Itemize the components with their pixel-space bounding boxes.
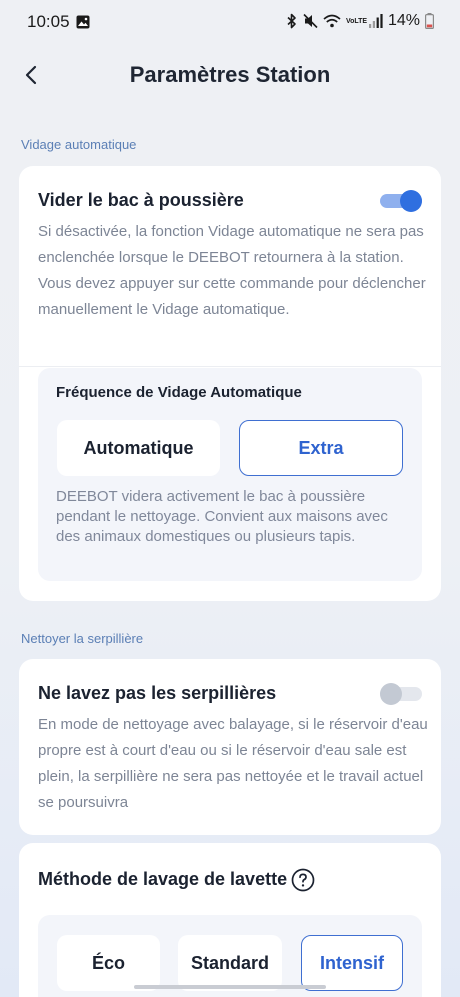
wash-method-card: Méthode de lavage de lavette Éco Standar…	[19, 843, 441, 997]
status-icons: VoLTE 14%	[286, 12, 434, 30]
gallery-icon	[76, 15, 90, 29]
battery-percent: 14%	[387, 12, 420, 29]
wifi-icon	[323, 14, 341, 28]
section-label-mop-clean: Nettoyer la serpillière	[21, 631, 144, 646]
mop-clean-card: Ne lavez pas les serpillières En mode de…	[19, 659, 441, 835]
mute-icon	[303, 13, 318, 29]
frequency-option-extra[interactable]: Extra	[239, 420, 403, 476]
frequency-title: Fréquence de Vidage Automatique	[56, 384, 302, 401]
frequency-description: DEEBOT videra activement le bac à poussi…	[56, 488, 388, 545]
mop-clean-toggle[interactable]	[380, 683, 422, 705]
frequency-option-automatic[interactable]: Automatique	[57, 420, 220, 476]
toggle-knob	[380, 683, 402, 705]
battery-icon	[425, 13, 434, 29]
page-title: Paramètres Station	[129, 62, 331, 87]
signal-icon	[368, 14, 383, 28]
volte-icon: VoLTE	[345, 17, 368, 25]
wash-option-eco[interactable]: Éco	[57, 935, 160, 991]
status-time: 10:05	[27, 12, 70, 31]
frequency-panel: Fréquence de Vidage Automatique Automati…	[38, 368, 422, 581]
auto-empty-description: Si désactivée, la fonction Vidage automa…	[38, 223, 426, 318]
status-bar: 10:05 VoLTE 14%	[0, 0, 460, 46]
section-label-auto-empty: Vidage automatique	[21, 137, 137, 152]
auto-empty-toggle[interactable]	[380, 190, 422, 212]
auto-empty-title: Vider le bac à poussière	[38, 190, 244, 210]
wash-method-title: Méthode de lavage de lavette	[38, 869, 288, 889]
bluetooth-icon	[287, 13, 296, 29]
question-circle-icon[interactable]	[291, 868, 315, 892]
wash-option-intensive[interactable]: Intensif	[301, 935, 403, 991]
divider	[19, 366, 441, 367]
wash-option-standard[interactable]: Standard	[178, 935, 282, 991]
header: Paramètres Station	[0, 52, 460, 98]
home-indicator[interactable]	[134, 985, 326, 989]
mop-clean-description: En mode de nettoyage avec balayage, si l…	[38, 716, 428, 811]
mop-clean-title: Ne lavez pas les serpillières	[38, 683, 277, 703]
auto-empty-card: Vider le bac à poussière Si désactivée, …	[19, 166, 441, 601]
toggle-knob	[400, 190, 422, 212]
